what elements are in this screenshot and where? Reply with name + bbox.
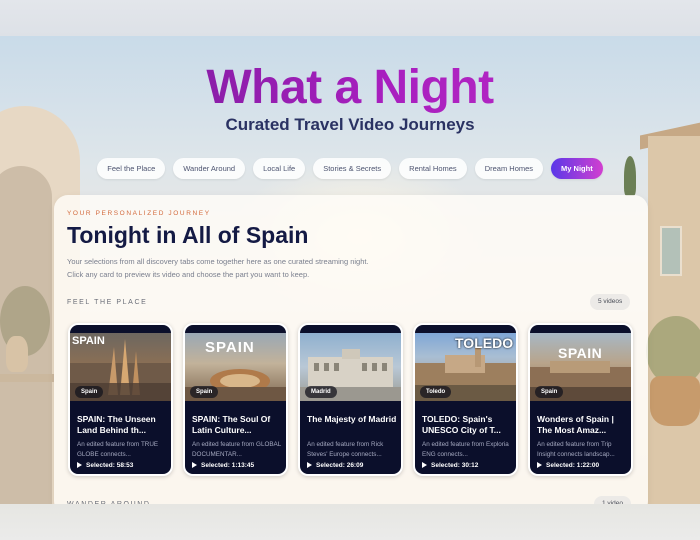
thumbnail-caption: SPAIN	[205, 339, 255, 356]
selected-duration-text: Selected: 58:53	[86, 462, 134, 469]
building-window	[660, 226, 682, 276]
tab-wander-around[interactable]: Wander Around	[173, 158, 246, 179]
selected-duration: Selected: 1:13:45	[192, 462, 254, 469]
panel-desc-line2: Click any card to preview its video and …	[67, 270, 310, 279]
selected-duration: Selected: 1:22:00	[537, 462, 599, 469]
video-description: An edited feature from TRUE GLOBE connec…	[77, 441, 159, 458]
app-title: What a Night	[0, 60, 700, 115]
tab-local-life[interactable]: Local Life	[253, 158, 306, 179]
location-badge: Spain	[535, 386, 564, 398]
tab-stories-secrets[interactable]: Stories & Secrets	[313, 158, 392, 179]
count-badge: 5 videos	[590, 294, 631, 310]
video-title: TOLEDO: Spain's UNESCO City of T...	[422, 414, 501, 435]
location-badge: Spain	[75, 386, 104, 398]
panel-description: Your selections from all discovery tabs …	[67, 255, 369, 281]
panel-heading: Tonight in All of Spain	[67, 222, 309, 248]
panel-eyebrow: YOUR PERSONALIZED JOURNEY	[67, 210, 211, 217]
play-icon	[77, 462, 82, 468]
thumbnail-caption: SPAIN	[558, 345, 603, 361]
play-icon	[537, 462, 542, 468]
video-card[interactable]: Madrid The Majesty of Madrid An edited f…	[298, 323, 403, 476]
video-card[interactable]: SPAIN Spain Wonders of Spain | The Most …	[528, 323, 633, 476]
video-title: Wonders of Spain | The Most Amaz...	[537, 414, 614, 435]
bottom-bar	[0, 504, 700, 540]
selected-duration: Selected: 58:53	[77, 462, 133, 469]
card-row: SPAIN Spain SPAIN: The Unseen Land Behin…	[68, 323, 633, 476]
video-description: An edited feature from Trip Insight conn…	[537, 441, 615, 458]
selected-duration-text: Selected: 1:22:00	[546, 462, 600, 469]
app-subtitle: Curated Travel Video Journeys	[225, 115, 475, 134]
play-icon	[422, 462, 427, 468]
video-title: SPAIN: The Unseen Land Behind th...	[77, 414, 156, 435]
video-description: An edited feature from Exploria ENG conn…	[422, 441, 509, 458]
location-badge: Spain	[190, 386, 219, 398]
location-badge: Madrid	[305, 386, 337, 398]
journey-panel: YOUR PERSONALIZED JOURNEY Tonight in All…	[54, 195, 648, 515]
video-card[interactable]: SPAIN Spain SPAIN: The Soul Of Latin Cul…	[183, 323, 288, 476]
tab-dream-homes[interactable]: Dream Homes	[474, 158, 544, 179]
location-badge: Toledo	[420, 386, 452, 398]
ledge	[0, 374, 54, 382]
video-title: The Majesty of Madrid	[307, 414, 397, 424]
selected-duration-text: Selected: 1:13:45	[201, 462, 255, 469]
video-title: SPAIN: The Soul Of Latin Culture...	[192, 414, 271, 435]
tab-rental-homes[interactable]: Rental Homes	[399, 158, 467, 179]
tab-my-night[interactable]: My Night	[551, 158, 603, 179]
section-label-feel-the-place: FEEL THE PLACE	[67, 299, 148, 306]
video-description: An edited feature from Rick Steves' Euro…	[307, 441, 384, 458]
tab-bar: Feel the Place Wander Around Local Life …	[0, 158, 700, 179]
thumbnail-caption: SPAIN	[72, 335, 105, 347]
play-icon	[192, 462, 197, 468]
thumbnail-caption: TOLEDO	[455, 335, 514, 351]
tab-feel-the-place[interactable]: Feel the Place	[97, 158, 166, 179]
flower-pot	[650, 376, 700, 426]
panel-desc-line1: Your selections from all discovery tabs …	[67, 257, 369, 266]
vase	[6, 336, 28, 372]
selected-duration-text: Selected: 26:09	[316, 462, 364, 469]
selected-duration: Selected: 26:09	[307, 462, 363, 469]
video-card[interactable]: SPAIN Spain SPAIN: The Unseen Land Behin…	[68, 323, 173, 476]
selected-duration: Selected: 30:12	[422, 462, 478, 469]
play-icon	[307, 462, 312, 468]
video-description: An edited feature from GLOBAL DOCUMENTAR…	[192, 441, 282, 458]
selected-duration-text: Selected: 30:12	[431, 462, 479, 469]
top-bar	[0, 0, 700, 36]
video-card[interactable]: TOLEDO Toledo TOLEDO: Spain's UNESCO Cit…	[413, 323, 518, 476]
